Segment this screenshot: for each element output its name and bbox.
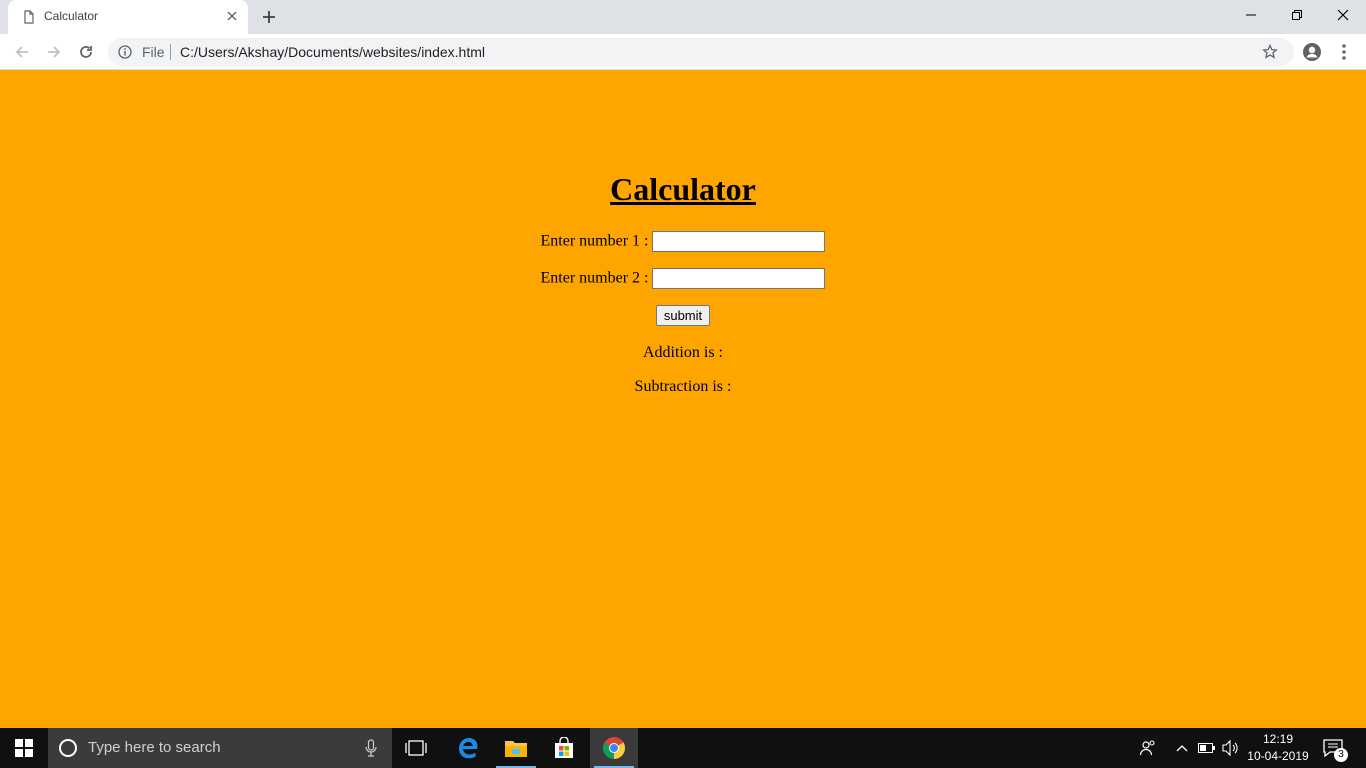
subtraction-result: Subtraction is :	[634, 378, 732, 395]
address-bar[interactable]: File C:/Users/Akshay/Documents/websites/…	[108, 38, 1294, 66]
browser-tab[interactable]: Calculator	[8, 0, 248, 34]
taskbar: Type here to search 12:19 10-04-2019 3	[0, 728, 1366, 768]
file-explorer-taskbar-button[interactable]	[492, 728, 540, 768]
windows-logo-icon	[15, 739, 33, 757]
close-tab-icon[interactable]	[224, 8, 240, 24]
page-body: Calculator Enter number 1 : Enter number…	[0, 71, 1366, 728]
people-button[interactable]	[1136, 728, 1160, 768]
number2-label: Enter number 2 :	[540, 269, 649, 287]
edge-icon	[459, 738, 478, 759]
edge-taskbar-button[interactable]	[444, 728, 492, 768]
close-window-button[interactable]	[1320, 0, 1366, 30]
volume-button[interactable]	[1220, 728, 1242, 768]
submit-button[interactable]: submit	[655, 305, 711, 326]
minimize-icon	[1246, 14, 1256, 16]
chrome-icon	[603, 737, 625, 759]
microphone-icon[interactable]	[364, 739, 378, 757]
kebab-menu-icon[interactable]	[1336, 42, 1352, 62]
people-icon	[1139, 740, 1155, 756]
start-button[interactable]	[0, 728, 48, 768]
task-view-icon	[405, 740, 427, 756]
addition-result: Addition is :	[642, 344, 723, 361]
page-heading: Calculator	[610, 171, 756, 207]
system-clock[interactable]: 12:19 10-04-2019	[1246, 731, 1310, 765]
show-hidden-icons-button[interactable]	[1172, 728, 1192, 768]
info-icon[interactable]	[118, 45, 132, 59]
url-text[interactable]: C:/Users/Akshay/Documents/websites/index…	[180, 44, 485, 60]
tab-title: Calculator	[44, 9, 99, 23]
address-separator	[170, 44, 171, 60]
store-icon	[555, 737, 573, 758]
minimize-button[interactable]	[1228, 0, 1274, 30]
clock-date: 10-04-2019	[1247, 749, 1309, 763]
tab-strip: Calculator	[0, 0, 1366, 34]
number1-input[interactable]	[652, 231, 826, 252]
arrow-right-icon	[48, 46, 61, 58]
number2-row: Enter number 2 :	[0, 268, 1366, 289]
cortana-icon	[59, 739, 77, 757]
volume-icon	[1222, 740, 1238, 756]
taskbar-search[interactable]: Type here to search	[48, 728, 392, 768]
chevron-up-icon	[1176, 745, 1188, 752]
notification-count-badge: 3	[1334, 748, 1348, 762]
back-button[interactable]	[12, 42, 32, 62]
close-icon	[1337, 9, 1349, 21]
scheme-label: File	[142, 44, 165, 60]
number1-label: Enter number 1 :	[540, 232, 649, 250]
chrome-taskbar-button[interactable]	[590, 728, 638, 768]
profile-avatar-icon[interactable]	[1302, 42, 1322, 62]
bookmark-star-icon[interactable]	[1262, 44, 1278, 60]
page-icon	[24, 10, 34, 24]
browser-toolbar: File C:/Users/Akshay/Documents/websites/…	[0, 34, 1366, 70]
store-taskbar-button[interactable]	[540, 728, 588, 768]
reload-button[interactable]	[76, 42, 96, 62]
battery-icon	[1198, 743, 1215, 753]
new-tab-icon[interactable]	[260, 8, 278, 26]
task-view-button[interactable]	[392, 728, 440, 768]
clock-time: 12:19	[1262, 732, 1294, 746]
arrow-left-icon	[15, 46, 28, 58]
restore-icon	[1292, 10, 1302, 20]
submit-row: submit	[0, 305, 1366, 326]
number1-row: Enter number 1 :	[0, 231, 1366, 252]
battery-button[interactable]	[1196, 728, 1218, 768]
forward-button[interactable]	[44, 42, 64, 62]
search-placeholder: Type here to search	[88, 739, 221, 756]
file-explorer-icon	[505, 741, 527, 757]
number2-input[interactable]	[652, 268, 826, 289]
restore-button[interactable]	[1274, 0, 1320, 30]
reload-icon	[80, 46, 92, 58]
